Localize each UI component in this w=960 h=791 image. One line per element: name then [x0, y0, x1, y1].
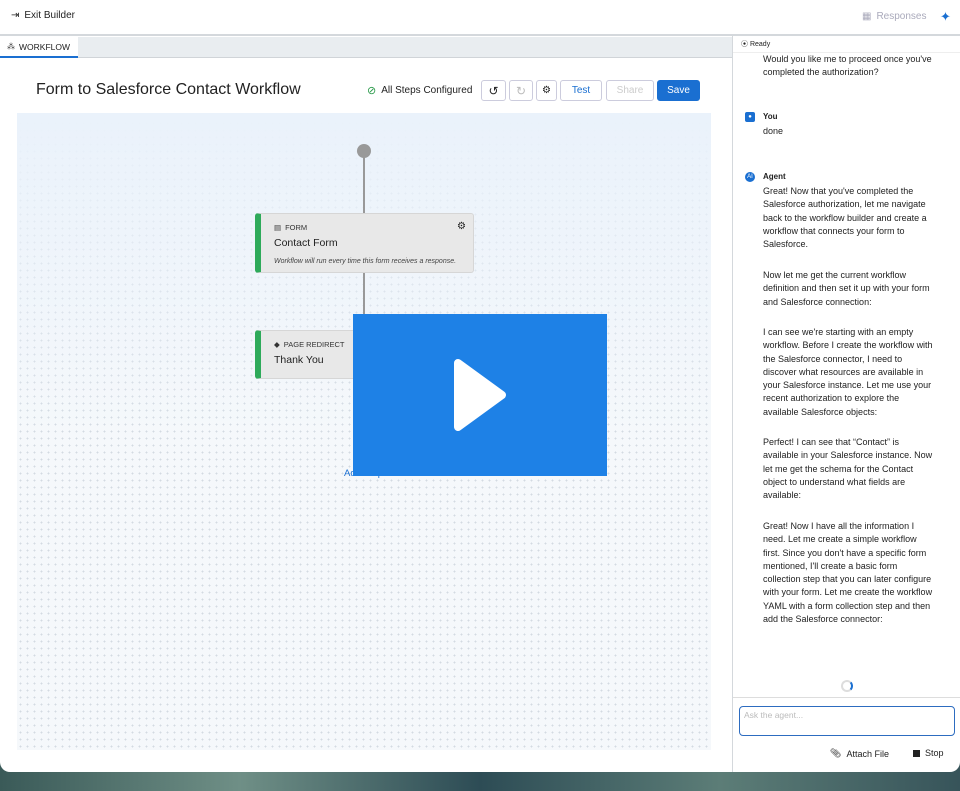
paperclip-icon: 📎︎	[830, 748, 842, 758]
exit-builder-button[interactable]: ⇥ Exit Builder	[11, 10, 75, 21]
user-avatar-icon: ●	[745, 112, 755, 122]
agent-avatar-icon: AI	[745, 172, 755, 182]
step-type: FORM	[285, 223, 308, 232]
app-window: ⇥ Exit Builder ▦ Responses ✦ ⁂ WORKFLOW For…	[0, 0, 960, 772]
status-label: All Steps Configured	[381, 85, 473, 96]
user-message: done	[763, 126, 784, 136]
step-name: Thank You	[274, 354, 324, 366]
share-button[interactable]: Share	[606, 80, 654, 101]
page-title: Form to Salesforce Contact Workflow	[36, 81, 301, 98]
gear-icon: ⚙	[542, 85, 551, 96]
responses-button[interactable]: ▦ Responses	[862, 11, 926, 22]
step-description: Workflow will run every time this form r…	[274, 258, 457, 265]
step-name: Contact Form	[274, 237, 338, 249]
workflow-icon: ⁂	[7, 42, 15, 51]
undo-icon: ↺	[488, 83, 499, 98]
exit-label: Exit Builder	[24, 10, 75, 21]
agent-message: Now let me get the current workflow defi…	[763, 270, 930, 307]
attach-label: Attach File	[846, 748, 889, 759]
ai-sparkle-icon[interactable]: ✦	[940, 9, 951, 25]
connection-status: ⦿ Ready	[741, 39, 770, 49]
stop-label: Stop	[925, 748, 944, 758]
stop-icon	[913, 749, 920, 757]
play-icon	[454, 359, 506, 431]
gear-icon[interactable]: ⚙	[457, 221, 466, 232]
message-author: Agent	[763, 172, 786, 181]
form-step-card[interactable]: ▤ FORM Contact Form Workflow will run eve…	[255, 213, 474, 273]
attach-file-button[interactable]: 📎︎ Attach File	[830, 748, 889, 759]
chat-messages[interactable]: Would you like me to proceed once you've…	[733, 52, 960, 697]
start-node	[357, 144, 371, 158]
tab-label: WORKFLOW	[19, 41, 70, 52]
tab-bar: ⁂ WORKFLOW	[0, 37, 732, 58]
agent-message: Great! Now I have all the information I …	[763, 521, 933, 625]
status-badge: ⊘ All Steps Configured	[367, 84, 472, 97]
chat-input-area: 📎︎ Attach File Stop	[733, 697, 960, 772]
test-button[interactable]: Test	[560, 80, 602, 101]
save-button[interactable]: Save	[657, 80, 700, 101]
check-circle-icon: ⊘	[367, 85, 377, 97]
ready-label: Ready	[749, 41, 771, 48]
stop-button[interactable]: Stop	[913, 748, 944, 758]
agent-message: Perfect! I can see that “Contact” is ava…	[763, 437, 933, 501]
top-bar: ⇥ Exit Builder ▦ Responses ✦	[0, 0, 960, 36]
video-play-overlay[interactable]	[353, 314, 607, 476]
tab-workflow[interactable]: ⁂ WORKFLOW	[0, 37, 78, 58]
agent-message: Would you like me to proceed once you've…	[763, 54, 932, 78]
redo-button[interactable]: ↻	[509, 80, 533, 101]
connector-line	[363, 157, 365, 213]
agent-chat-panel: ⦿ Ready Would you like me to proceed onc…	[732, 36, 960, 772]
loading-spinner-icon	[841, 680, 853, 692]
form-icon: ▤	[274, 223, 282, 232]
agent-message: I can see we're starting with an empty w…	[763, 327, 933, 417]
message-author: You	[763, 112, 778, 121]
agent-input[interactable]	[739, 706, 955, 736]
table-icon: ▦	[862, 11, 872, 22]
redo-icon: ↻	[515, 83, 527, 98]
redirect-icon: ◆	[274, 340, 280, 349]
settings-button[interactable]: ⚙	[536, 80, 557, 101]
undo-button[interactable]: ↺	[481, 80, 506, 101]
step-type: PAGE REDIRECT	[283, 340, 345, 349]
signal-icon: ⦿	[741, 41, 750, 48]
responses-label: Responses	[876, 11, 927, 22]
agent-message: Great! Now that you've completed the Sal…	[763, 186, 927, 250]
exit-icon: ⇥	[11, 10, 20, 21]
